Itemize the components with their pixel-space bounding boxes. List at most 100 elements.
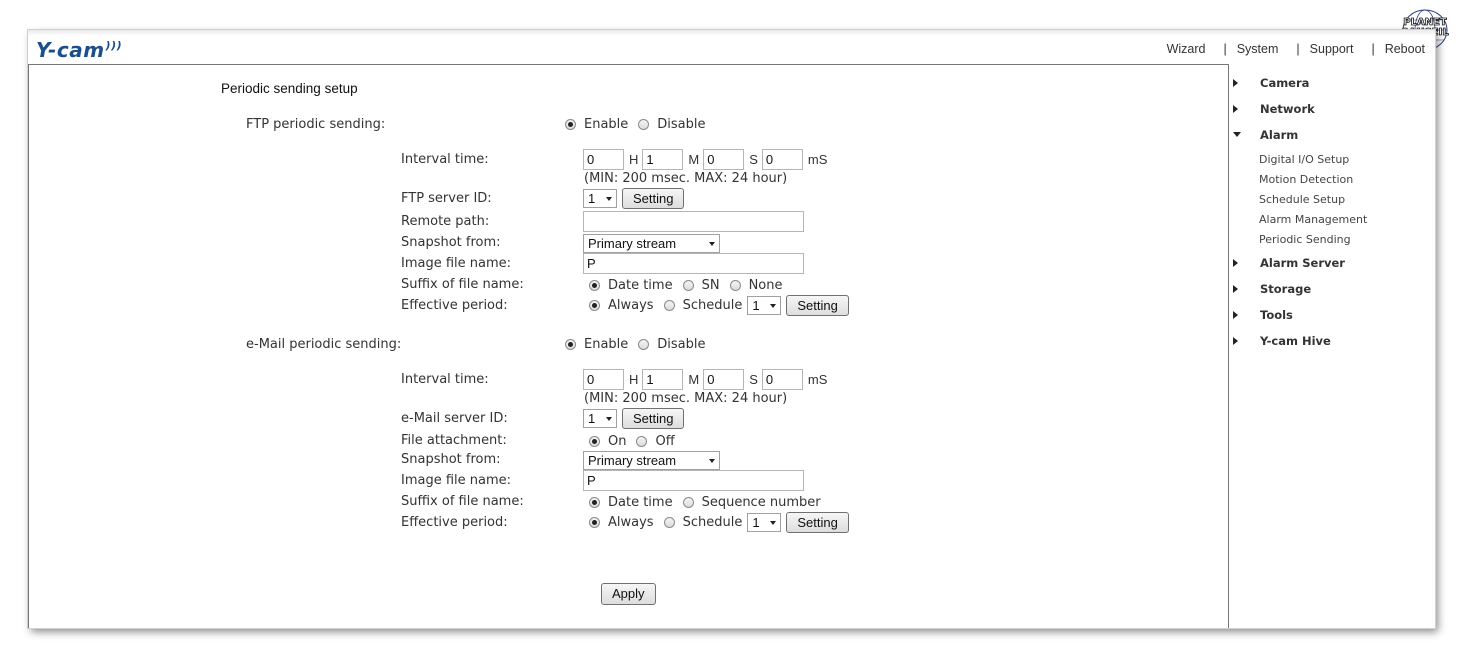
- email-period-label: Effective period:: [401, 515, 508, 530]
- email-enable-group: Enable Disable: [565, 337, 716, 352]
- email-server-setting-button[interactable]: Setting: [622, 408, 685, 429]
- sidebar-item-tools[interactable]: Tools: [1233, 308, 1293, 322]
- email-suffix-group: Date time Sequence number: [589, 495, 831, 510]
- email-suffix-sequence-radio[interactable]: [682, 497, 694, 508]
- sidebar-sub-motion-detection[interactable]: Motion Detection: [1259, 173, 1353, 186]
- email-attach-off-radio[interactable]: [636, 436, 648, 447]
- sidebar-item-network[interactable]: Network: [1233, 102, 1315, 116]
- sidebar-item-storage[interactable]: Storage: [1233, 282, 1311, 296]
- wifi-waves-icon: ))): [105, 39, 123, 52]
- email-seconds-input[interactable]: 0: [703, 369, 745, 390]
- sidebar-sub-alarm-management[interactable]: Alarm Management: [1259, 213, 1367, 226]
- page-title: Periodic sending setup: [221, 81, 358, 96]
- ftp-interval-fields: 0H 1M 0S 0 mS: [583, 149, 831, 170]
- ftp-enable-radio[interactable]: [565, 119, 576, 130]
- email-milliseconds-input[interactable]: 0: [761, 369, 803, 390]
- nav-system[interactable]: System: [1237, 42, 1279, 56]
- ftp-enable-group: Enable Disable: [565, 117, 716, 132]
- caret-right-icon: [1233, 311, 1238, 319]
- ftp-suffix-group: Date time SN None: [589, 278, 792, 293]
- caret-down-icon: [1233, 132, 1241, 137]
- email-attach-label: File attachment:: [401, 433, 507, 448]
- ftp-period-always-radio[interactable]: [589, 300, 600, 311]
- ftp-suffix-datetime-radio[interactable]: [589, 280, 600, 291]
- email-attach-group: On Off: [589, 434, 685, 449]
- sidebar-item-ycam-hive[interactable]: Y-cam Hive: [1233, 334, 1331, 348]
- email-disable-radio[interactable]: [638, 339, 650, 350]
- email-hours-input[interactable]: 0: [583, 369, 624, 390]
- ftp-milliseconds-input[interactable]: 0: [761, 149, 803, 170]
- caret-right-icon: [1233, 79, 1238, 87]
- email-section-label: e-Mail periodic sending:: [246, 337, 402, 352]
- email-schedule-setting-button[interactable]: Setting: [786, 512, 849, 533]
- sidebar-item-alarm-server[interactable]: Alarm Server: [1233, 256, 1345, 270]
- ftp-schedule-setting-button[interactable]: Setting: [786, 295, 849, 316]
- ftp-disable-radio[interactable]: [638, 119, 650, 130]
- sidebar-item-camera[interactable]: Camera: [1233, 76, 1309, 90]
- ftp-schedule-select[interactable]: 1: [747, 296, 782, 315]
- email-snapshot-label: Snapshot from:: [401, 452, 501, 467]
- caret-right-icon: [1233, 259, 1238, 267]
- content-left-border: [28, 64, 29, 628]
- ftp-hours-input[interactable]: 0: [583, 149, 624, 170]
- ftp-period-schedule-radio[interactable]: [663, 300, 675, 311]
- ycam-logo[interactable]: Y-cam))): [36, 38, 123, 62]
- email-period-group: Always Schedule 1 Setting: [589, 512, 849, 533]
- chevron-down-icon: [606, 196, 612, 201]
- chevron-down-icon: [770, 520, 777, 525]
- email-period-always-radio[interactable]: [589, 517, 600, 528]
- chevron-down-icon: [606, 416, 612, 421]
- ftp-snapshot-select[interactable]: Primary stream: [583, 234, 720, 253]
- ftp-remote-path-label: Remote path:: [401, 214, 490, 229]
- chevron-down-icon: [709, 241, 715, 246]
- ftp-interval-hint: (MIN: 200 msec. MAX: 24 hour): [584, 171, 788, 186]
- ftp-image-name-input[interactable]: P: [583, 253, 804, 274]
- ftp-period-group: Always Schedule 1 Setting: [589, 295, 849, 316]
- email-interval-label: Interval time:: [401, 372, 489, 387]
- email-image-name-label: Image file name:: [401, 473, 512, 488]
- ftp-server-id-label: FTP server ID:: [401, 191, 492, 206]
- email-server-id-select[interactable]: 1: [583, 409, 617, 428]
- nav-wizard[interactable]: Wizard: [1167, 42, 1206, 56]
- ftp-snapshot-label: Snapshot from:: [401, 235, 501, 250]
- email-snapshot-select[interactable]: Primary stream: [583, 451, 720, 470]
- email-schedule-select[interactable]: 1: [747, 513, 782, 532]
- email-period-schedule-radio[interactable]: [663, 517, 675, 528]
- ftp-minutes-input[interactable]: 1: [642, 149, 684, 170]
- ftp-suffix-sn-radio[interactable]: [682, 280, 694, 291]
- sidebar-sub-digital-io[interactable]: Digital I/O Setup: [1259, 153, 1349, 166]
- ftp-interval-label: Interval time:: [401, 152, 489, 167]
- header-divider: [28, 64, 1228, 65]
- ftp-suffix-none-radio[interactable]: [729, 280, 741, 291]
- email-interval-fields: 0H 1M 0S 0 mS: [583, 369, 831, 390]
- email-minutes-input[interactable]: 1: [642, 369, 684, 390]
- email-server-id-label: e-Mail server ID:: [401, 411, 508, 426]
- sidebar-sub-schedule-setup[interactable]: Schedule Setup: [1259, 193, 1345, 206]
- email-attach-on-radio[interactable]: [589, 436, 600, 447]
- ftp-remote-path-input[interactable]: [583, 211, 804, 232]
- ftp-server-setting-button[interactable]: Setting: [622, 188, 685, 209]
- nav-reboot[interactable]: Reboot: [1385, 42, 1425, 56]
- ftp-section-label: FTP periodic sending:: [246, 117, 386, 132]
- sidebar-item-alarm[interactable]: Alarm: [1233, 128, 1298, 142]
- caret-right-icon: [1233, 105, 1238, 113]
- sidebar-divider: [1228, 64, 1229, 628]
- email-server-id-group: 1 Setting: [583, 408, 685, 429]
- sidebar-sub-periodic-sending[interactable]: Periodic Sending: [1259, 233, 1351, 246]
- ftp-seconds-input[interactable]: 0: [703, 149, 745, 170]
- top-navigation: Wizard | System | Support | Reboot: [1166, 42, 1425, 56]
- ftp-server-id-select[interactable]: 1: [583, 189, 617, 208]
- apply-button[interactable]: Apply: [601, 583, 656, 605]
- ftp-suffix-label: Suffix of file name:: [401, 277, 524, 292]
- ftp-image-name-label: Image file name:: [401, 256, 512, 271]
- caret-right-icon: [1233, 337, 1238, 345]
- chevron-down-icon: [770, 303, 777, 308]
- email-suffix-datetime-radio[interactable]: [589, 497, 600, 508]
- email-image-name-input[interactable]: P: [583, 470, 804, 491]
- ftp-period-label: Effective period:: [401, 298, 508, 313]
- email-interval-hint: (MIN: 200 msec. MAX: 24 hour): [584, 391, 788, 406]
- email-enable-radio[interactable]: [565, 339, 576, 350]
- caret-right-icon: [1233, 285, 1238, 293]
- nav-support[interactable]: Support: [1310, 42, 1354, 56]
- email-suffix-label: Suffix of file name:: [401, 494, 524, 509]
